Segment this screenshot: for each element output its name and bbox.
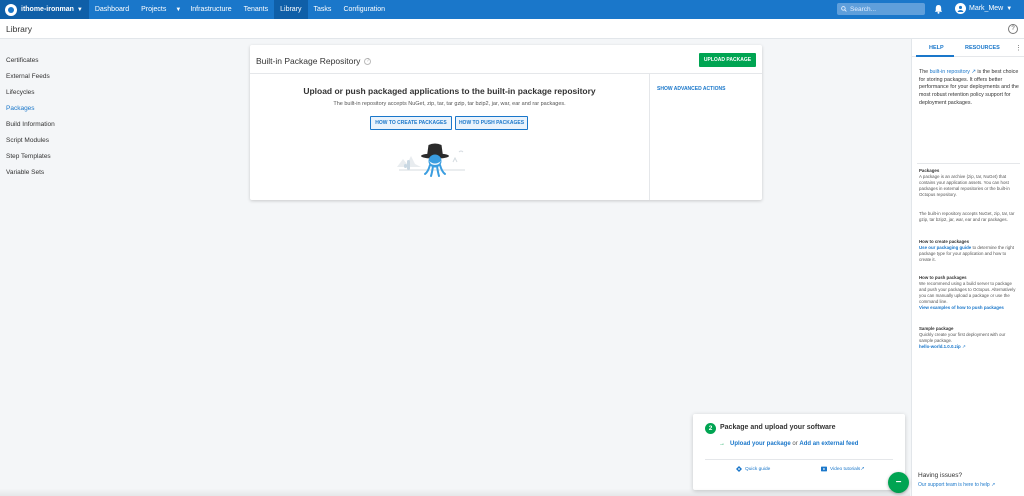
external-link-icon: ↗: [860, 466, 865, 472]
step-number-badge: 2: [705, 423, 716, 434]
add-external-feed-link[interactable]: Add an external feed: [799, 441, 858, 447]
package-repository-card: Built-in Package Repository ? UPLOAD PAC…: [250, 45, 762, 200]
push-examples-link[interactable]: View examples of how to push packages: [919, 305, 1004, 310]
help-icon[interactable]: ?: [1008, 24, 1018, 34]
help-text: We recommend using a build server to pac…: [919, 281, 1016, 304]
space-switcher[interactable]: ithome-ironman ▼: [0, 0, 89, 19]
video-icon: [821, 466, 827, 472]
packaging-guide-link[interactable]: Use our packaging guide: [919, 245, 971, 250]
empty-state-title: Upload or push packaged applications to …: [303, 86, 596, 96]
bottom-shadow: [0, 488, 910, 496]
sidebar-item-build-information[interactable]: Build Information: [6, 121, 55, 128]
bell-icon[interactable]: [934, 4, 943, 14]
help-heading: Sample package: [919, 326, 954, 331]
how-to-push-packages-button[interactable]: HOW TO PUSH PACKAGES: [455, 116, 528, 130]
nav-configuration[interactable]: Configuration: [337, 0, 391, 19]
help-section-formats: The built-in repository accepts NuGet, z…: [919, 211, 1019, 223]
help-intro-text: The: [919, 69, 930, 75]
empty-state-description: The built-in repository accepts NuGet, z…: [333, 101, 566, 107]
card-title: Built-in Package Repository ?: [256, 56, 372, 66]
sidebar-item-packages[interactable]: Packages: [6, 105, 35, 112]
external-link-icon: ↗: [960, 344, 966, 349]
onboarding-actions: → Upload your package or Add an external …: [719, 441, 858, 447]
octopus-logo-icon: [5, 3, 17, 16]
issues-heading: Having issues?: [918, 472, 963, 479]
built-in-repository-link[interactable]: built-in repository: [930, 69, 970, 75]
sidebar-item-external-feeds[interactable]: External Feeds: [6, 73, 50, 80]
how-to-create-packages-button[interactable]: HOW TO CREATE PACKAGES: [370, 116, 452, 130]
help-text: A package is an archive (zip, tar, NuGet…: [919, 174, 1010, 197]
onboarding-title: Package and upload your software: [720, 424, 836, 431]
user-name: Mark_Mew: [969, 5, 1004, 12]
sidebar-item-certificates[interactable]: Certificates: [6, 57, 39, 64]
search-icon: [841, 6, 847, 12]
sample-package-link[interactable]: hello-world.1.0.0.zip: [919, 344, 961, 349]
help-section-packages: Packages A package is an archive (zip, t…: [919, 168, 1019, 198]
help-panel: HELP RESOURCES ⋮ The built-in repository…: [911, 39, 1024, 496]
tab-help[interactable]: HELP: [929, 45, 944, 51]
projects-dropdown-icon[interactable]: ▼: [172, 7, 184, 13]
support-link[interactable]: Our support team is here to help ↗: [918, 482, 1018, 488]
help-section-create: How to create packages Use our packaging…: [919, 239, 1019, 263]
sidebar-item-step-templates[interactable]: Step Templates: [6, 153, 51, 160]
divider: [705, 459, 893, 460]
help-heading: How to create packages: [919, 239, 970, 244]
arrow-right-icon: →: [719, 441, 725, 447]
video-tutorials-label: Video tutorials: [830, 466, 861, 472]
space-name: ithome-ironman: [21, 6, 74, 13]
card-title-text: Built-in Package Repository: [256, 56, 361, 66]
nav-infrastructure[interactable]: Infrastructure: [184, 0, 237, 19]
page-header: Library ?: [0, 19, 1024, 39]
avatar-icon: [955, 3, 966, 14]
help-section-sample: Sample package Quickly create your first…: [919, 326, 1019, 350]
caret-down-icon: ▼: [1006, 5, 1013, 12]
sidebar-item-script-modules[interactable]: Script Modules: [6, 137, 49, 144]
video-tutorials-link[interactable]: Video tutorials ↗: [821, 466, 864, 472]
divider: [649, 74, 650, 200]
nav-library[interactable]: Library: [274, 0, 308, 19]
help-panel-tabs: HELP RESOURCES ⋮: [912, 39, 1024, 57]
octopus-cowboy-illustration: [397, 143, 465, 177]
help-section-push: How to push packages We recommend using …: [919, 275, 1019, 311]
top-navigation: ithome-ironman ▼ Dashboard Projects ▼ In…: [0, 0, 1024, 19]
sidebar-item-lifecycles[interactable]: Lifecycles: [6, 89, 35, 96]
nav-tasks[interactable]: Tasks: [308, 0, 338, 19]
show-advanced-actions-link[interactable]: SHOW ADVANCED ACTIONS: [657, 86, 725, 92]
active-tab-indicator: [916, 55, 954, 57]
tab-resources[interactable]: RESOURCES: [965, 45, 1000, 51]
caret-down-icon: ▼: [76, 6, 83, 13]
having-issues: Having issues? Our support team is here …: [918, 472, 1018, 488]
help-text: Quickly create your first deployment wit…: [919, 332, 1006, 343]
onboarding-card: 2 Package and upload your software → Uplo…: [693, 414, 905, 490]
upload-package-button[interactable]: UPLOAD PACKAGE: [699, 53, 756, 67]
sidebar-item-variable-sets[interactable]: Variable Sets: [6, 169, 44, 176]
quick-guide-link[interactable]: Quick guide: [736, 466, 770, 472]
help-heading: How to push packages: [919, 275, 967, 280]
divider: [917, 163, 1020, 164]
upload-your-package-link[interactable]: Upload your package: [730, 441, 791, 447]
more-options-icon[interactable]: ⋮: [1015, 44, 1022, 52]
compass-icon: [736, 466, 742, 472]
support-link-text: Our support team is here to help: [918, 482, 990, 488]
nav-projects[interactable]: Projects: [135, 0, 172, 19]
page-title: Library: [6, 24, 32, 34]
quick-guide-label: Quick guide: [745, 466, 771, 472]
info-icon[interactable]: ?: [364, 57, 372, 65]
help-text: The built-in repository accepts NuGet, z…: [919, 211, 1015, 222]
nav-tenants[interactable]: Tenants: [238, 0, 275, 19]
search-placeholder: Search...: [850, 5, 877, 13]
help-heading: Packages: [919, 168, 940, 173]
user-menu[interactable]: Mark_Mew ▼: [955, 3, 1012, 14]
nav-dashboard[interactable]: Dashboard: [89, 0, 135, 19]
search-input[interactable]: Search...: [837, 3, 925, 15]
help-intro: The built-in repository ↗ is the best ch…: [919, 69, 1019, 108]
divider: [250, 73, 762, 74]
